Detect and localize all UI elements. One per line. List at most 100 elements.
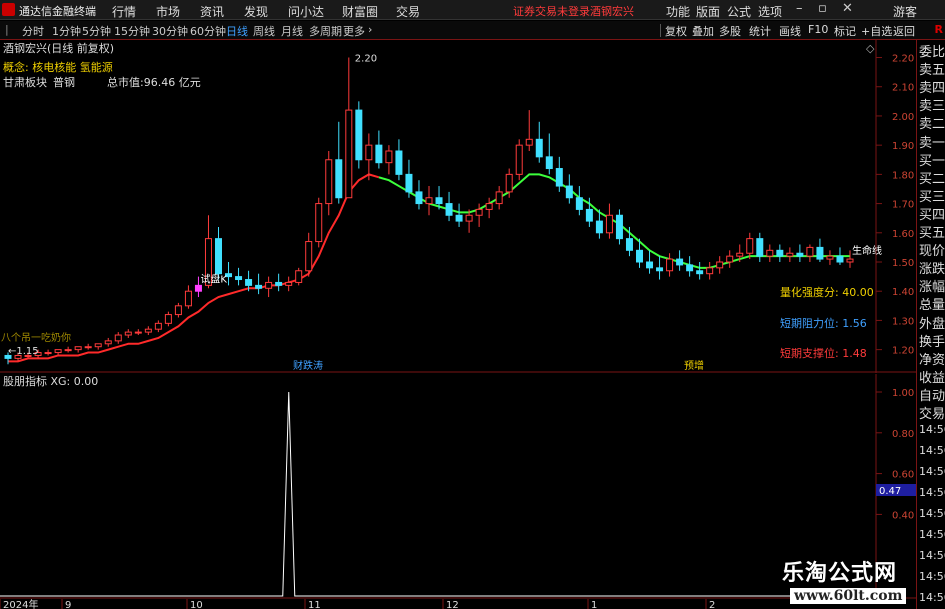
menu-wealth[interactable]: 财富圈	[342, 3, 378, 20]
candle-body	[345, 109, 353, 199]
sector-label[interactable]: 甘肃板块	[3, 75, 47, 89]
period-daily[interactable]: 日线	[226, 23, 248, 39]
tick-time: 14:56	[919, 549, 945, 562]
candle-body	[144, 328, 152, 333]
period-more[interactable]: 更多	[343, 23, 365, 39]
indicator-chart[interactable]: 股朋指标 XG: 0.00 1.00 0.80 0.60 0.40 0.47	[0, 374, 916, 599]
period-monthly[interactable]: 月线	[281, 23, 303, 39]
date-axis: 2024年 9 10 11 12 1 2	[0, 599, 715, 609]
watermark-url: www.60lt.com	[790, 588, 907, 604]
menu-layout[interactable]: 版面	[696, 3, 720, 20]
candle-body	[84, 346, 92, 349]
period-15min[interactable]: 15分钟	[114, 23, 150, 39]
tick-time: 14:56	[919, 591, 945, 604]
tool-draw[interactable]: 画线	[779, 23, 801, 39]
event-marker-earnings[interactable]: 财跌涛	[293, 359, 323, 372]
candle-body	[74, 346, 82, 351]
candle-body	[455, 214, 463, 222]
period-60min[interactable]: 60分钟	[190, 23, 226, 39]
candle-body	[475, 208, 483, 216]
minimize-icon[interactable]: –	[796, 1, 803, 16]
menu-ask[interactable]: 问小达	[288, 3, 324, 20]
menu-options[interactable]: 选项	[758, 3, 782, 20]
menu-bar: 通达信金融终端 行情 市场 资讯 发现 问小达 财富圈 交易 证券交易未登录 酒…	[0, 0, 945, 20]
candle-body	[736, 252, 744, 257]
app-logo-icon	[2, 3, 15, 16]
tool-overlay[interactable]: 叠加	[692, 23, 714, 39]
tool-add-watchlist[interactable]: +自选	[861, 23, 892, 39]
candle-body	[555, 168, 563, 187]
menu-market[interactable]: 市场	[156, 3, 180, 20]
user-guest[interactable]: 游客	[893, 3, 917, 20]
candle-body	[776, 249, 784, 257]
tool-mark[interactable]: 标记	[834, 23, 856, 39]
period-multi[interactable]: 多周期	[309, 23, 342, 39]
candle-body	[265, 281, 273, 289]
menu-quotes[interactable]: 行情	[112, 3, 136, 20]
event-marker-forecast[interactable]: 预增	[684, 359, 704, 372]
price-tick-label: 1.30	[892, 316, 914, 327]
candle-body	[565, 185, 573, 199]
price-tick-label: 1.20	[892, 346, 914, 357]
candle-body	[54, 349, 62, 354]
side-label: 涨幅	[919, 280, 945, 296]
side-label: 买四	[919, 207, 945, 223]
tool-multi-stock[interactable]: 多股	[719, 23, 741, 39]
menu-function[interactable]: 功能	[666, 3, 690, 20]
side-label[interactable]: 自动	[919, 388, 945, 406]
login-notice[interactable]: 证券交易未登录	[513, 3, 590, 19]
candle-body	[184, 290, 192, 307]
candle-body	[485, 203, 493, 210]
indicator-tick-label: 0.80	[892, 429, 914, 440]
menu-news[interactable]: 资讯	[200, 3, 224, 20]
period-1min[interactable]: 1分钟	[52, 23, 81, 39]
price-tick-label: 1.80	[892, 170, 914, 181]
side-label: 卖二	[919, 117, 945, 133]
divider	[660, 24, 661, 37]
candle-body	[816, 246, 824, 260]
candle-body	[375, 144, 383, 164]
stock-name-top: 酒钢宏兴	[590, 5, 634, 18]
candle-body	[746, 238, 754, 254]
main-kline-chart[interactable]: 1.20 1.30 1.40 1.50 1.60 1.70 1.80 1.90 2.00 2.10…	[0, 40, 916, 373]
period-intraday[interactable]: 分时	[22, 23, 44, 39]
side-label[interactable]: 交易	[919, 406, 945, 424]
candle-body	[415, 191, 423, 205]
close-icon[interactable]: ✕	[842, 1, 853, 16]
menu-trade[interactable]: 交易	[396, 3, 420, 20]
period-toolbar: | 分时 1分钟 5分钟 15分钟 30分钟 60分钟 日线 周线 月线 多周期…	[0, 21, 945, 40]
date-tick-label: 2	[709, 600, 715, 609]
period-5min[interactable]: 5分钟	[82, 23, 111, 39]
tick-time: 14:56	[919, 465, 945, 478]
candle-body	[124, 331, 132, 336]
menu-discover[interactable]: 发现	[244, 3, 268, 20]
menu-formula[interactable]: 公式	[727, 3, 751, 20]
chevron-right-icon[interactable]: ›	[368, 23, 372, 36]
tool-back[interactable]: 返回	[893, 23, 915, 39]
side-label: 净资	[919, 352, 945, 368]
diamond-icon[interactable]: ◇	[866, 42, 875, 55]
period-30min[interactable]: 30分钟	[152, 23, 188, 39]
quant-strength: 量化强度分: 40.00	[780, 285, 874, 299]
period-weekly[interactable]: 周线	[253, 23, 275, 39]
candle-body	[786, 252, 794, 257]
candle-body	[365, 144, 373, 161]
tool-adjust[interactable]: 复权	[665, 23, 687, 39]
tool-statistics[interactable]: 统计	[749, 23, 771, 39]
indicator-tick-label: 0.40	[892, 510, 914, 521]
candle-body	[94, 343, 102, 348]
candle-body	[134, 331, 142, 334]
toggle-icon[interactable]: |	[5, 23, 9, 36]
side-label: 买五	[919, 226, 945, 241]
candle-body	[215, 238, 222, 275]
sector-tag[interactable]: 普钢	[53, 75, 75, 89]
candle-body	[305, 241, 313, 272]
restore-icon[interactable]: ▫	[818, 1, 827, 16]
side-label: 换手	[919, 334, 945, 350]
tool-f10[interactable]: F10	[808, 23, 828, 36]
candle-body	[646, 261, 654, 269]
candle-body	[505, 173, 513, 193]
candle-body	[836, 255, 844, 263]
tick-time: 14:56	[919, 570, 945, 583]
corner-r-badge: R	[934, 23, 943, 36]
